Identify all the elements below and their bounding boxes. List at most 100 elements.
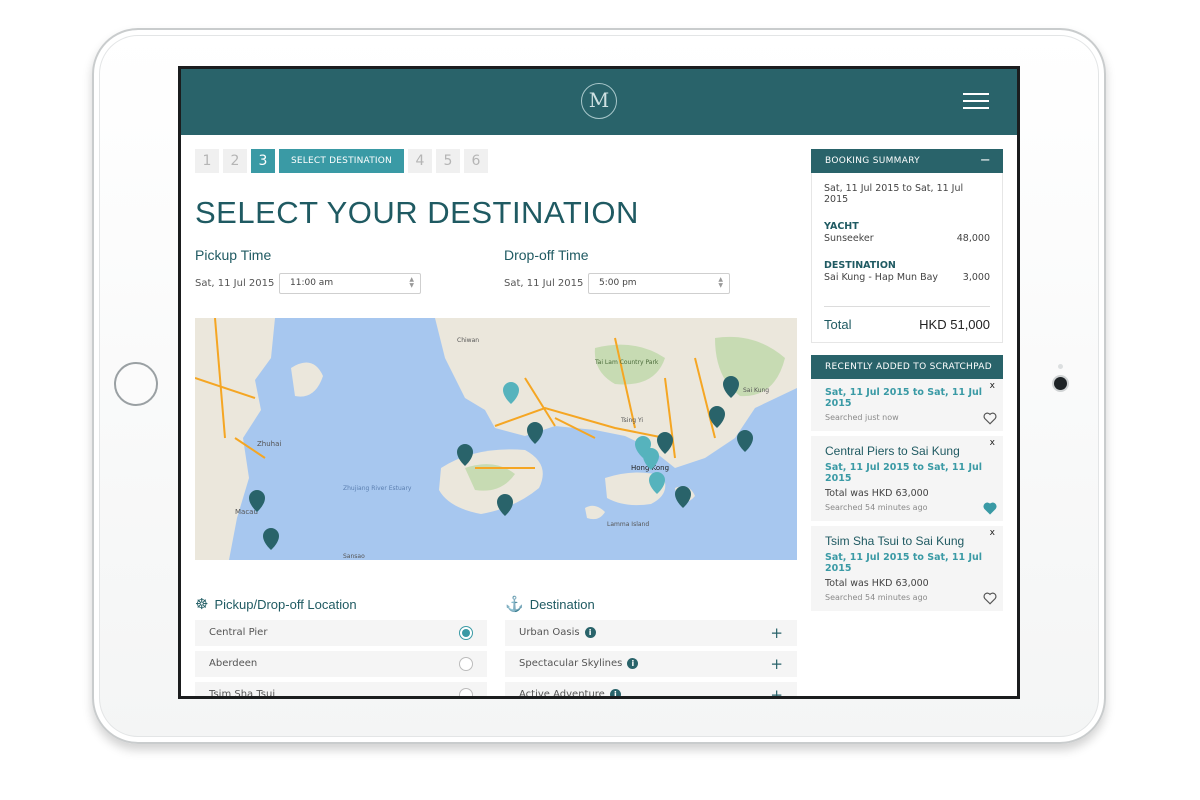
plus-icon[interactable]: +	[770, 682, 783, 696]
dropoff-time-label: Drop-off Time	[504, 247, 589, 263]
info-icon[interactable]: i	[584, 626, 596, 638]
booking-summary-title: BOOKING SUMMARY	[825, 156, 920, 166]
scratchpad-item-dates: Sat, 11 Jul 2015 to Sat, 11 Jul 2015	[825, 387, 983, 409]
location-item-label: Tsim Sha Tsui	[209, 689, 276, 699]
step-2[interactable]: 2	[223, 149, 247, 173]
anchor-icon: ⚓	[505, 596, 524, 613]
tablet-sensor	[1058, 364, 1063, 369]
summary-dates: Sat, 11 Jul 2015 to Sat, 11 Jul 2015	[824, 183, 964, 205]
page-title: SELECT YOUR DESTINATION	[195, 195, 639, 230]
destination-list-header: ⚓ Destination	[505, 595, 595, 613]
scratchpad-item-meta: Searched just now	[825, 413, 899, 422]
scratchpad-item-total: Total was HKD 63,000	[825, 488, 929, 499]
location-list: Central Pier Aberdeen Tsim Sha Tsui	[195, 620, 487, 699]
plus-icon[interactable]: +	[770, 651, 783, 677]
destination-map[interactable]: Zhuhai Macau Zhujiang River Estuary Hong…	[195, 318, 797, 560]
map-label-saikung: Sai Kung	[743, 387, 769, 394]
location-item-label: Central Pier	[209, 627, 268, 638]
pickup-time-select[interactable]: 11:00 am ▲ ▼	[279, 273, 421, 294]
close-icon[interactable]: x	[990, 528, 995, 538]
summary-divider	[824, 306, 990, 307]
dropoff-time-select[interactable]: 5:00 pm ▲ ▼	[588, 273, 730, 294]
destination-item-urban-oasis[interactable]: Urban Oasis i +	[505, 620, 797, 646]
location-item-central-pier[interactable]: Central Pier	[195, 620, 487, 646]
pickup-date: Sat, 11 Jul 2015	[195, 278, 275, 289]
map-label-tsingyi: Tsing Yi	[620, 417, 643, 424]
scratchpad-item-route: Central Piers to Sai Kung	[825, 444, 960, 458]
pickup-time-label: Pickup Time	[195, 247, 272, 263]
step-6[interactable]: 6	[463, 149, 488, 173]
destination-list-title: Destination	[529, 596, 595, 612]
destination-list: Urban Oasis i + Spectacular Skylines i + A…	[505, 620, 797, 699]
scratchpad-header: RECENTLY ADDED TO SCRATCHPAD	[811, 355, 1003, 379]
close-icon[interactable]: x	[990, 438, 995, 448]
scratchpad-item[interactable]: x Central Piers to Sai Kung Sat, 11 Jul …	[811, 436, 1003, 526]
tablet-camera	[1054, 377, 1067, 390]
pickup-time-value: 11:00 am	[290, 278, 334, 288]
destination-price: 3,000	[962, 272, 990, 283]
destination-label: DESTINATION	[824, 260, 896, 271]
step-5[interactable]: 5	[435, 149, 460, 173]
map-label-estuary: Zhujiang River Estuary	[343, 485, 412, 492]
info-icon[interactable]: i	[609, 688, 621, 696]
total-value: HKD 51,000	[919, 317, 990, 332]
step-4[interactable]: 4	[407, 149, 432, 173]
location-list-header: ☸ Pickup/Drop-off Location	[195, 595, 357, 613]
destination-item-spectacular-skylines[interactable]: Spectacular Skylines i +	[505, 651, 797, 677]
yacht-price: 48,000	[956, 233, 990, 244]
scratchpad-item[interactable]: x Tsim Sha Tsui to Sai Kung Sat, 11 Jul …	[811, 526, 1003, 616]
home-button	[114, 362, 158, 406]
info-icon[interactable]: i	[627, 657, 639, 669]
destination-item-label: Spectacular Skylines	[519, 658, 623, 669]
map-label-lamma: Lamma Island	[607, 521, 649, 528]
close-icon[interactable]: x	[990, 381, 995, 391]
select-arrows-icon: ▲ ▼	[718, 276, 723, 289]
dropoff-time-value: 5:00 pm	[599, 278, 637, 288]
location-radio[interactable]	[459, 688, 473, 696]
scratchpad-item[interactable]: x Sat, 11 Jul 2015 to Sat, 11 Jul 2015 S…	[811, 379, 1003, 436]
map-label-tailam: Tai Lam Country Park	[594, 359, 659, 366]
dropoff-time-block: Drop-off Time Sat, 11 Jul 2015 5:00 pm ▲…	[504, 247, 744, 294]
collapse-icon[interactable]: −	[980, 149, 991, 173]
map-label-zhuhai: Zhuhai	[257, 440, 281, 448]
scratchpad-title: RECENTLY ADDED TO SCRATCHPAD	[825, 362, 992, 372]
scratchpad-item-meta: Searched 54 minutes ago	[825, 593, 928, 602]
scratchpad-item-dates: Sat, 11 Jul 2015 to Sat, 11 Jul 2015	[825, 462, 983, 484]
select-arrows-icon: ▲ ▼	[409, 276, 414, 289]
pickup-time-block: Pickup Time Sat, 11 Jul 2015 11:00 am ▲ ▼	[195, 247, 435, 294]
scratchpad-item-meta: Searched 54 minutes ago	[825, 503, 928, 512]
destination-item-label: Urban Oasis	[519, 627, 580, 638]
yacht-name: Sunseeker	[824, 233, 874, 244]
location-list-title: Pickup/Drop-off Location	[214, 596, 357, 612]
booking-summary-header[interactable]: BOOKING SUMMARY −	[811, 149, 1003, 173]
scratchpad-item-route: Tsim Sha Tsui to Sai Kung	[825, 534, 965, 548]
location-radio[interactable]	[459, 657, 473, 671]
heart-outline-icon[interactable]	[983, 412, 997, 425]
dropoff-date: Sat, 11 Jul 2015	[504, 278, 584, 289]
scratchpad-item-total: Total was HKD 63,000	[825, 578, 929, 589]
step-3[interactable]: 3	[251, 149, 275, 173]
app-screen: M 1 2 3 SELECT DESTINATION 4 5 6 SELECT …	[178, 66, 1020, 699]
map-label-sansao: Sansao	[343, 553, 365, 560]
top-bar: M	[181, 69, 1017, 135]
yacht-label: YACHT	[824, 221, 859, 232]
destination-item-label: Active Adventure	[519, 689, 605, 699]
location-item-aberdeen[interactable]: Aberdeen	[195, 651, 487, 677]
active-step-label: SELECT DESTINATION	[279, 149, 404, 173]
destination-item-active-adventure[interactable]: Active Adventure i +	[505, 682, 797, 699]
plus-icon[interactable]: +	[770, 620, 783, 646]
step-1[interactable]: 1	[195, 149, 219, 173]
scratchpad-item-dates: Sat, 11 Jul 2015 to Sat, 11 Jul 2015	[825, 552, 983, 574]
brand-logo[interactable]: M	[581, 83, 617, 119]
heart-filled-icon[interactable]	[983, 502, 997, 515]
booking-summary: Sat, 11 Jul 2015 to Sat, 11 Jul 2015 YAC…	[811, 173, 1003, 343]
menu-icon[interactable]	[963, 93, 989, 111]
destination-name: Sai Kung - Hap Mun Bay	[824, 272, 939, 283]
location-item-tsim-sha-tsui[interactable]: Tsim Sha Tsui	[195, 682, 487, 699]
map-label-chiwan: Chiwan	[457, 337, 479, 344]
ship-wheel-icon: ☸	[195, 596, 209, 613]
total-label: Total	[824, 317, 852, 332]
sidebar: BOOKING SUMMARY − Sat, 11 Jul 2015 to Sa…	[811, 149, 1003, 616]
heart-outline-icon[interactable]	[983, 592, 997, 605]
location-radio[interactable]	[459, 626, 473, 640]
